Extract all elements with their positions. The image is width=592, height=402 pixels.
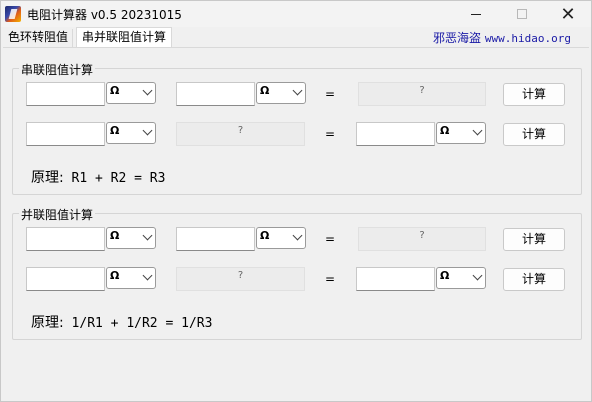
parallel-r2-result: ? — [176, 267, 305, 291]
series-principle: 原理: R1 + R2 = R3 — [31, 167, 165, 187]
unit-value: Ω — [110, 269, 120, 282]
chevron-down-icon — [142, 125, 153, 136]
parallel-r3-unit-select[interactable]: Ω — [436, 267, 486, 289]
parallel-calc-button-1[interactable]: 计算 — [503, 228, 565, 251]
chevron-down-icon — [292, 230, 303, 241]
chevron-down-icon — [472, 270, 483, 281]
parallel-principle: 原理: 1/R1 + 1/R2 = 1/R3 — [31, 312, 212, 332]
chevron-down-icon — [472, 125, 483, 136]
series-r2-unit-select[interactable]: Ω — [256, 82, 306, 104]
parallel-r1-unit-select-2[interactable]: Ω — [106, 267, 156, 289]
parallel-r1-input[interactable] — [26, 227, 105, 251]
series-r1-unit-select[interactable]: Ω — [106, 82, 156, 104]
unit-value: Ω — [440, 269, 450, 282]
title-bar: 电阻计算器 v0.5 20231015 ✕ — [1, 1, 591, 27]
parallel-r2-unit-select[interactable]: Ω — [256, 227, 306, 249]
site-url: www.hidao.org — [484, 32, 571, 45]
series-r2-input[interactable] — [176, 82, 255, 106]
series-calc-button-1[interactable]: 计算 — [503, 83, 565, 106]
series-group-label: 串联阻值计算 — [19, 61, 96, 78]
equals-sign: = — [325, 87, 336, 101]
series-r1-input-2[interactable] — [26, 122, 105, 146]
series-parallel-page: 串联阻值计算 Ω Ω = ? 计算 Ω ? = Ω 计算 原理: R1 + R2… — [3, 47, 589, 399]
app-icon — [5, 6, 21, 22]
equals-sign: = — [325, 232, 336, 246]
tab-series-parallel[interactable]: 串并联阻值计算 — [76, 27, 173, 48]
tab-strip: 色环转阻值 串并联阻值计算 邪恶海盗 www.hidao.org — [1, 27, 591, 48]
principle-prefix: 原理: — [31, 170, 64, 186]
series-r1-input[interactable] — [26, 82, 105, 106]
principle-prefix: 原理: — [31, 315, 64, 331]
unit-value: Ω — [260, 229, 270, 242]
series-r3-result: ? — [358, 82, 486, 106]
parallel-r3-input[interactable] — [356, 267, 435, 291]
unit-value: Ω — [440, 124, 450, 137]
site-name: 邪恶海盗 — [433, 31, 482, 45]
close-button[interactable]: ✕ — [545, 1, 591, 27]
unit-value: Ω — [260, 84, 270, 97]
unit-value: Ω — [110, 229, 120, 242]
site-link[interactable]: 邪恶海盗 www.hidao.org — [433, 29, 571, 46]
parallel-r3-result: ? — [358, 227, 486, 251]
series-r3-input[interactable] — [356, 122, 435, 146]
chevron-down-icon — [142, 270, 153, 281]
equals-sign: = — [325, 127, 336, 141]
series-r1-unit-select-2[interactable]: Ω — [106, 122, 156, 144]
series-group: 串联阻值计算 Ω Ω = ? 计算 Ω ? = Ω 计算 原理: R1 + R2… — [12, 61, 582, 195]
parallel-group: 并联阻值计算 Ω Ω = ? 计算 Ω ? = Ω 计算 原理: 1/R1 + … — [12, 206, 582, 340]
series-r3-unit-select[interactable]: Ω — [436, 122, 486, 144]
principle-formula: 1/R1 + 1/R2 = 1/R3 — [63, 316, 213, 331]
unit-value: Ω — [110, 124, 120, 137]
close-icon: ✕ — [560, 3, 576, 25]
parallel-r1-input-2[interactable] — [26, 267, 105, 291]
parallel-group-label: 并联阻值计算 — [19, 206, 96, 223]
equals-sign: = — [325, 272, 336, 286]
tab-color-ring[interactable]: 色环转阻值 — [4, 29, 74, 48]
series-r2-result: ? — [176, 122, 305, 146]
unit-value: Ω — [110, 84, 120, 97]
series-calc-button-2[interactable]: 计算 — [503, 123, 565, 146]
chevron-down-icon — [142, 230, 153, 241]
parallel-calc-button-2[interactable]: 计算 — [503, 268, 565, 291]
maximize-button[interactable] — [499, 1, 545, 27]
maximize-icon — [517, 9, 527, 19]
chevron-down-icon — [292, 85, 303, 96]
parallel-r2-input[interactable] — [176, 227, 255, 251]
chevron-down-icon — [142, 85, 153, 96]
minimize-button[interactable] — [453, 1, 499, 27]
minimize-icon — [471, 13, 481, 15]
parallel-r1-unit-select[interactable]: Ω — [106, 227, 156, 249]
window-title: 电阻计算器 v0.5 20231015 — [27, 8, 182, 22]
principle-formula: R1 + R2 = R3 — [63, 171, 166, 186]
